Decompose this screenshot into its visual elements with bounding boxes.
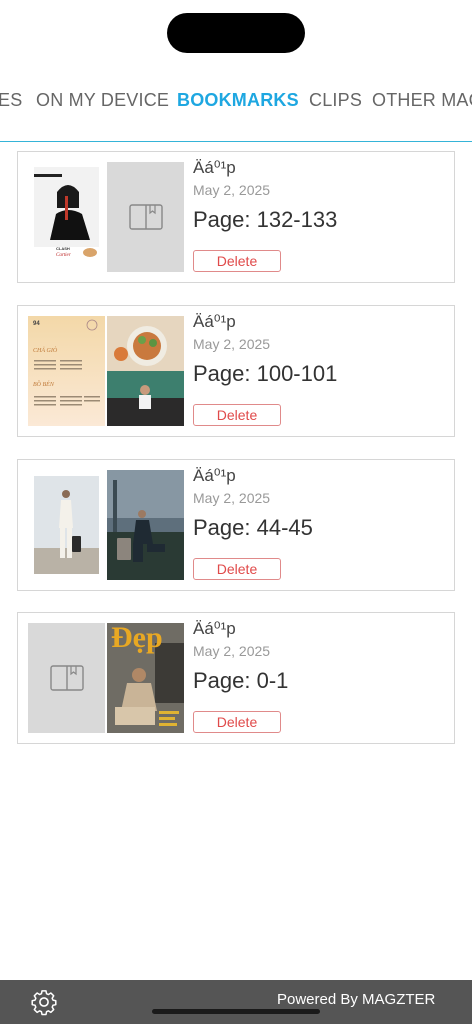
brand-logo	[83, 248, 97, 257]
page-thumbnail-right[interactable]	[107, 470, 184, 580]
page-thumbnail-right[interactable]	[107, 316, 184, 426]
magazine-logo: Đẹp	[111, 623, 163, 654]
gear-icon[interactable]	[30, 988, 58, 1016]
delete-button[interactable]: Delete	[193, 711, 281, 733]
magazine-title: Äá⁰¹p	[193, 466, 236, 485]
book-placeholder-icon	[128, 204, 163, 230]
dynamic-island	[167, 13, 305, 53]
food-photo-image	[107, 316, 184, 426]
fashion-photo-image	[34, 476, 99, 574]
bookmark-card[interactable]: CLASH Cartier Äá⁰¹p May 2, 2025 Page: 13…	[17, 151, 455, 283]
tab-bookmarks[interactable]: BOOKMARKS	[177, 90, 299, 111]
book-placeholder-icon	[49, 665, 84, 691]
bookmark-info: Äá⁰¹p May 2, 2025 Page: 132-133	[193, 158, 337, 233]
bookmark-card[interactable]: Äá⁰¹p May 2, 2025 Page: 44-45 Delete	[17, 459, 455, 591]
home-indicator[interactable]	[152, 1009, 320, 1014]
tab-clips[interactable]: CLIPS	[309, 90, 362, 111]
tab-on-my-device[interactable]: ON MY DEVICE	[36, 90, 169, 111]
bookmark-date: May 2, 2025	[193, 336, 271, 352]
bookmark-date: May 2, 2025	[193, 490, 271, 506]
delete-button[interactable]: Delete	[193, 558, 281, 580]
page-thumbnail-left[interactable]: 94 CHẢ GIÒ BỒ BÉN	[28, 316, 105, 426]
article-text-image	[34, 319, 100, 406]
bookmark-page: Page: 0-1	[193, 668, 289, 693]
bookmark-page: Page: 132-133	[193, 207, 338, 232]
bookmark-info: Äá⁰¹p May 2, 2025 Page: 44-45	[193, 466, 313, 541]
magazine-title: Äá⁰¹p	[193, 619, 236, 638]
bookmark-date: May 2, 2025	[193, 182, 271, 198]
bookmark-card[interactable]: 94 CHẢ GIÒ BỒ BÉN Äá⁰¹p May 2, 2025 Page…	[17, 305, 455, 437]
tab-issues[interactable]: ES	[0, 90, 22, 111]
bookmark-page: Page: 44-45	[193, 515, 313, 540]
tab-bar: ES ON MY DEVICE BOOKMARKS CLIPS OTHER MA…	[0, 82, 472, 142]
magazine-title: Äá⁰¹p	[193, 158, 236, 177]
fashion-photo-image	[107, 470, 184, 580]
bookmark-date: May 2, 2025	[193, 643, 271, 659]
magazine-text: CLASH	[56, 246, 70, 251]
tab-other-magazines[interactable]: OTHER MAG	[372, 90, 472, 111]
magazine-title: Äá⁰¹p	[193, 312, 236, 331]
bookmark-info: Äá⁰¹p May 2, 2025 Page: 0-1	[193, 619, 288, 694]
page-thumbnail-left[interactable]	[28, 623, 105, 733]
page-thumbnail-left[interactable]: CLASH Cartier	[28, 162, 105, 272]
delete-button[interactable]: Delete	[193, 404, 281, 426]
page-thumbnail-right[interactable]: Đẹp	[107, 623, 184, 733]
bookmark-card[interactable]: Đẹp Äá⁰¹p May 2, 2025 Page: 0-1 Delete	[17, 612, 455, 744]
bookmark-page: Page: 100-101	[193, 361, 338, 386]
bookmark-info: Äá⁰¹p May 2, 2025 Page: 100-101	[193, 312, 337, 387]
brand-text: Cartier	[56, 253, 71, 258]
delete-button[interactable]: Delete	[193, 250, 281, 272]
page-thumbnail-left[interactable]	[28, 470, 105, 580]
footer-bar: Powered By MAGZTER	[0, 980, 472, 1024]
page-thumbnail-right[interactable]	[107, 162, 184, 272]
powered-by-label: Powered By MAGZTER	[277, 991, 436, 1008]
